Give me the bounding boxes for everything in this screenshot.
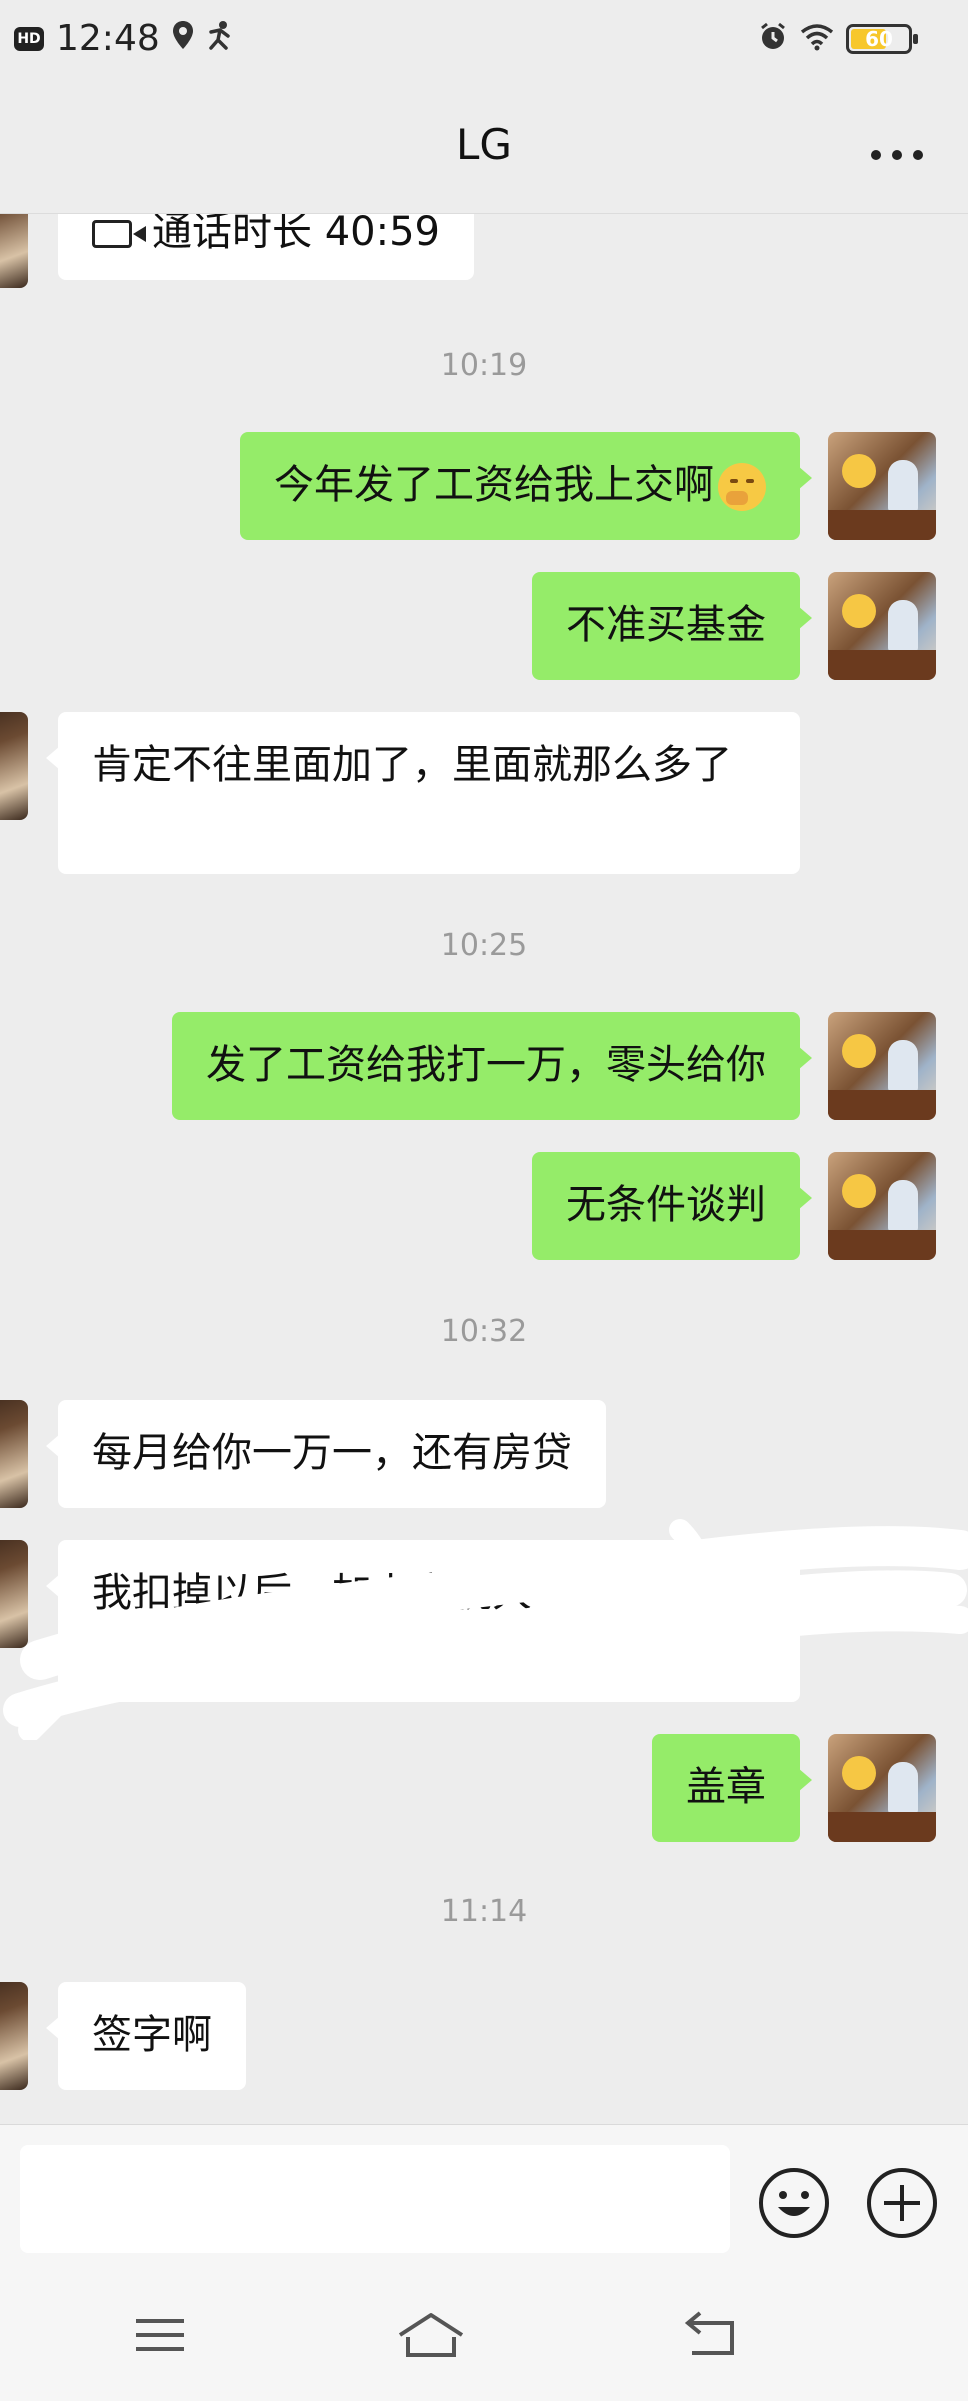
message-text: 不准买基金 (566, 602, 766, 648)
hd-badge: HD (14, 26, 44, 51)
sent-message-bubble[interactable]: 盖章 (652, 1734, 812, 1842)
menu-nav-button[interactable] (130, 2309, 190, 2361)
thinking-face-icon (718, 463, 766, 511)
contact-avatar[interactable] (0, 1400, 28, 1508)
chat-title: LG (456, 120, 512, 169)
message-text: 发了工资给我打一万，零头给你 (206, 1042, 766, 1088)
contact-avatar[interactable] (0, 214, 28, 288)
chat-header: LG (0, 80, 968, 214)
more-options-button[interactable] (870, 122, 924, 173)
back-nav-button[interactable] (680, 2309, 740, 2361)
my-avatar[interactable] (828, 1734, 936, 1842)
received-message-bubble[interactable]: 我扣掉以后，加上交税大 (46, 1540, 800, 1702)
video-call-icon (92, 220, 146, 248)
contact-avatar[interactable] (0, 1540, 28, 1648)
call-record-bubble[interactable]: 通话时长 40:59 (58, 214, 474, 280)
timestamp: 10:32 (440, 1314, 528, 1349)
plus-circle-icon (867, 2168, 937, 2238)
emoji-button[interactable] (758, 2167, 830, 2239)
sent-message-bubble[interactable]: 发了工资给我打一万，零头给你 (172, 1012, 812, 1120)
message-text: 肯定不往里面加了，里面就那么多了 (92, 742, 732, 788)
status-bar: HD 12:48 60 (0, 0, 968, 80)
clock: 12:48 (56, 18, 160, 59)
message-text: 每月给你一万一，还有房贷 (92, 1430, 572, 1476)
sent-message-bubble[interactable]: 不准买基金 (532, 572, 812, 680)
more-actions-button[interactable] (866, 2167, 938, 2239)
message-text: 无条件谈判 (566, 1182, 766, 1228)
message-list[interactable]: 通话时长 40:59 10:19 今年发了工资给我上交啊 不准买基金 肯定不往里… (0, 214, 968, 2124)
input-area (0, 2124, 968, 2401)
wifi-icon (800, 23, 834, 55)
home-icon (398, 2313, 464, 2357)
my-avatar[interactable] (828, 1012, 936, 1120)
message-text: 我扣掉以后，加上交税大 (92, 1570, 532, 1616)
contact-avatar[interactable] (0, 712, 28, 820)
timestamp: 11:14 (440, 1894, 528, 1929)
status-right: 60 (758, 22, 918, 56)
my-avatar[interactable] (828, 572, 936, 680)
smiley-icon (759, 2168, 829, 2238)
status-left: HD 12:48 (14, 18, 236, 59)
call-duration-text: 通话时长 40:59 (152, 214, 440, 255)
timestamp: 10:19 (440, 348, 528, 383)
home-nav-button[interactable] (394, 2309, 468, 2361)
battery-icon: 60 (846, 24, 918, 54)
message-text: 签字啊 (92, 2012, 212, 2058)
sent-message-bubble[interactable]: 今年发了工资给我上交啊 (240, 432, 812, 540)
back-icon (684, 2311, 734, 2355)
contact-avatar[interactable] (0, 1982, 28, 2090)
received-message-bubble[interactable]: 肯定不往里面加了，里面就那么多了 (46, 712, 800, 874)
message-input[interactable] (20, 2145, 730, 2253)
sent-message-bubble[interactable]: 无条件谈判 (532, 1152, 812, 1260)
location-icon (172, 20, 194, 57)
message-text: 今年发了工资给我上交啊 (274, 462, 714, 508)
system-nav-bar (0, 2269, 968, 2401)
timestamp: 10:25 (440, 928, 528, 963)
menu-icon (136, 2319, 184, 2351)
activity-icon (206, 20, 236, 57)
received-message-bubble[interactable]: 签字啊 (46, 1982, 246, 2090)
my-avatar[interactable] (828, 1152, 936, 1260)
battery-level: 60 (865, 27, 893, 51)
alarm-icon (758, 22, 788, 56)
message-text: 盖章 (686, 1764, 766, 1810)
my-avatar[interactable] (828, 432, 936, 540)
received-message-bubble[interactable]: 每月给你一万一，还有房贷 (46, 1400, 606, 1508)
